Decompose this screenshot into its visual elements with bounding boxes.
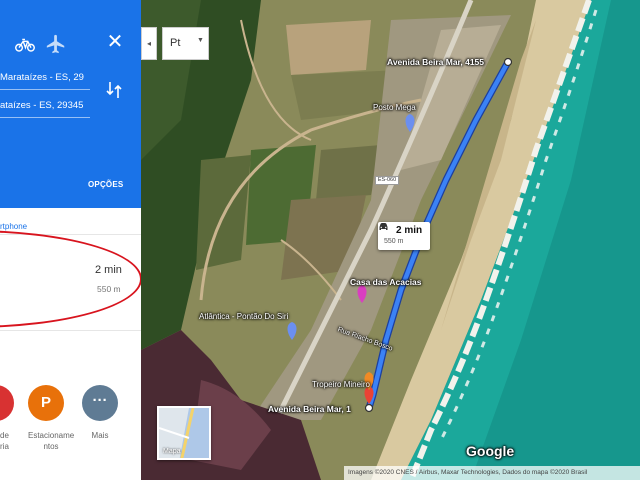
car-icon bbox=[379, 223, 388, 230]
send-to-phone-link[interactable]: rtphone bbox=[0, 222, 27, 231]
parking-icon[interactable]: P bbox=[28, 385, 64, 421]
start-address-label[interactable]: Avenida Beira Mar, 4155 bbox=[387, 57, 484, 67]
directions-panel: ✕ Marataízes - ES, 29 ataízes - ES, 2934… bbox=[0, 0, 141, 480]
bicycle-icon[interactable] bbox=[14, 33, 36, 55]
swap-directions-icon[interactable] bbox=[104, 79, 124, 101]
map-canvas[interactable]: ◂ Pt ▼ ES-060 Avenida Beira Mar, 4155 Po… bbox=[141, 0, 640, 480]
language-select-value: Pt bbox=[170, 37, 181, 49]
category-label-parking: Estacioname ntos bbox=[28, 431, 75, 451]
google-logo: Google bbox=[466, 443, 515, 459]
close-icon[interactable]: ✕ bbox=[104, 31, 126, 53]
route-card-time: 2 min bbox=[396, 225, 423, 236]
language-select[interactable]: Pt ▼ bbox=[162, 27, 209, 60]
more-icon[interactable]: ··· bbox=[82, 385, 118, 421]
poi-label-casa[interactable]: Casa das Acacias bbox=[350, 277, 422, 287]
divider bbox=[0, 330, 141, 331]
category-label-more: Mais bbox=[91, 431, 109, 440]
destination-field[interactable]: ataízes - ES, 29345 bbox=[0, 94, 90, 118]
map-layers-label: Mapa bbox=[163, 448, 181, 455]
route-info-card[interactable]: 2 min 550 m bbox=[378, 222, 430, 250]
highlight-ellipse bbox=[0, 230, 141, 328]
collapse-panel-icon[interactable]: ◂ bbox=[141, 27, 157, 60]
directions-header: ✕ Marataízes - ES, 29 ataízes - ES, 2934… bbox=[0, 0, 141, 208]
chevron-down-icon: ▼ bbox=[197, 37, 204, 44]
restaurant-icon[interactable] bbox=[0, 385, 14, 421]
category-label-restaurants: de ria bbox=[0, 431, 9, 451]
origin-field[interactable]: Marataízes - ES, 29 bbox=[0, 66, 90, 90]
route-card-distance: 550 m bbox=[384, 238, 404, 245]
road-shield: ES-060 bbox=[375, 176, 399, 185]
end-address-label[interactable]: Avenida Beira Mar, 1 bbox=[268, 404, 351, 414]
map-attribution[interactable]: Imagens ©2020 CNES / Airbus, Maxar Techn… bbox=[344, 466, 640, 480]
options-button[interactable]: OPÇÕES bbox=[88, 180, 123, 189]
poi-label-posto[interactable]: Posto Mega bbox=[373, 103, 416, 112]
poi-label-tropeiro[interactable]: Tropeiro Mineiro bbox=[312, 380, 370, 389]
poi-label-atlantica[interactable]: Atlântica - Pontão Do Siri bbox=[199, 312, 288, 321]
flight-icon[interactable] bbox=[45, 33, 67, 55]
map-layers-button[interactable]: Mapa bbox=[157, 406, 211, 460]
